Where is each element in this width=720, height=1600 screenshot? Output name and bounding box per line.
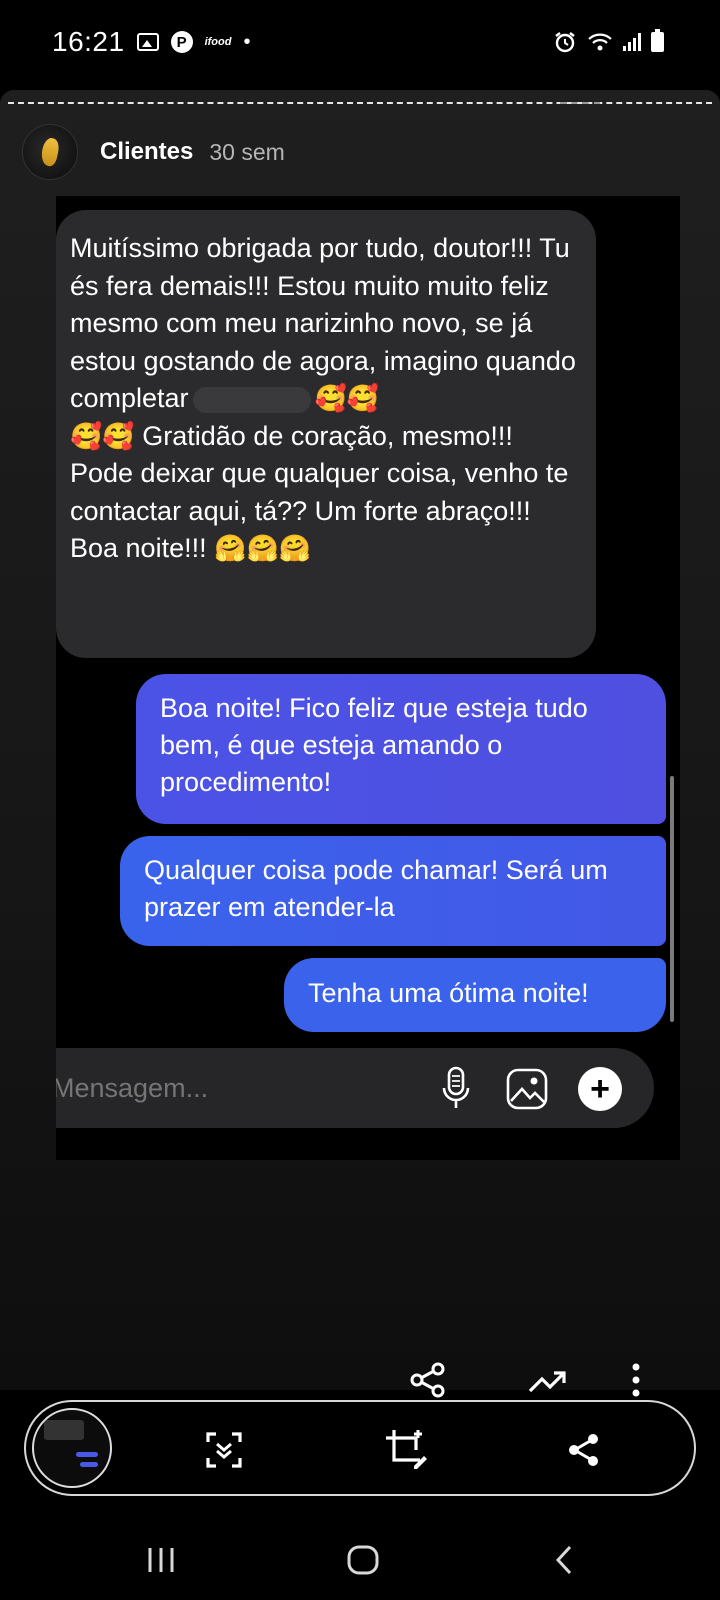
message-composer: + bbox=[56, 1048, 654, 1128]
dot-icon: • bbox=[243, 30, 251, 53]
story-actions bbox=[0, 1362, 720, 1402]
emoji-smiling-hearts: 🥰🥰 bbox=[314, 383, 380, 413]
message-input[interactable] bbox=[56, 1071, 434, 1105]
outgoing-message: Boa noite! Fico feliz que esteja tudo be… bbox=[136, 674, 666, 824]
share-icon[interactable] bbox=[560, 1426, 608, 1474]
avatar[interactable] bbox=[22, 124, 78, 180]
plus-icon[interactable]: + bbox=[578, 1067, 622, 1111]
status-left: 16:21 P ifood • bbox=[52, 26, 250, 58]
outgoing-message: Tenha uma ótima noite! bbox=[284, 958, 666, 1032]
emoji-smiling-hearts: 🥰🥰 bbox=[70, 420, 135, 451]
ifood-icon: ifood bbox=[204, 36, 232, 48]
crop-edit-icon[interactable] bbox=[382, 1426, 430, 1474]
scrollbar bbox=[670, 776, 674, 1022]
microphone-icon[interactable] bbox=[438, 1066, 474, 1110]
screenshot-toolbar bbox=[24, 1400, 696, 1496]
outgoing-message: Qualquer coisa pode chamar! Será um praz… bbox=[120, 836, 666, 946]
more-icon[interactable] bbox=[626, 1362, 646, 1398]
pinterest-icon: P bbox=[170, 31, 193, 53]
gallery-icon bbox=[136, 33, 159, 51]
image-icon[interactable] bbox=[504, 1066, 550, 1112]
battery-icon bbox=[651, 29, 664, 52]
status-time: 16:21 bbox=[52, 26, 125, 57]
chat-screenshot: Muitíssimo obrigada por tudo, doutor!!! … bbox=[56, 196, 680, 1160]
home-icon[interactable] bbox=[346, 1540, 380, 1580]
scroll-capture-icon[interactable] bbox=[200, 1426, 248, 1474]
story-progress-bar bbox=[8, 102, 712, 104]
redacted-text bbox=[192, 386, 311, 413]
insights-icon[interactable] bbox=[526, 1362, 570, 1398]
share-icon[interactable] bbox=[406, 1362, 450, 1398]
story-age: 30 sem bbox=[209, 138, 285, 165]
recents-icon[interactable] bbox=[146, 1540, 176, 1580]
account-name[interactable]: Clientes bbox=[100, 138, 193, 166]
status-right bbox=[553, 29, 664, 54]
status-bar: 16:21 P ifood • bbox=[0, 0, 720, 84]
incoming-message: Muitíssimo obrigada por tudo, doutor!!! … bbox=[56, 210, 596, 658]
back-icon[interactable] bbox=[552, 1540, 576, 1580]
wifi-icon bbox=[587, 31, 613, 53]
navigation-bar bbox=[0, 1520, 720, 1600]
story-header: Clientes 30 sem bbox=[22, 124, 285, 180]
incoming-text-part2: Gratidão de coração, mesmo!!! Pode deixa… bbox=[70, 420, 569, 564]
alarm-icon bbox=[553, 30, 577, 54]
screenshot-thumbnail[interactable] bbox=[32, 1408, 112, 1488]
signal-icon bbox=[623, 33, 641, 51]
logo-icon bbox=[39, 136, 61, 168]
emoji-hugging: 🤗🤗🤗 bbox=[214, 533, 312, 563]
